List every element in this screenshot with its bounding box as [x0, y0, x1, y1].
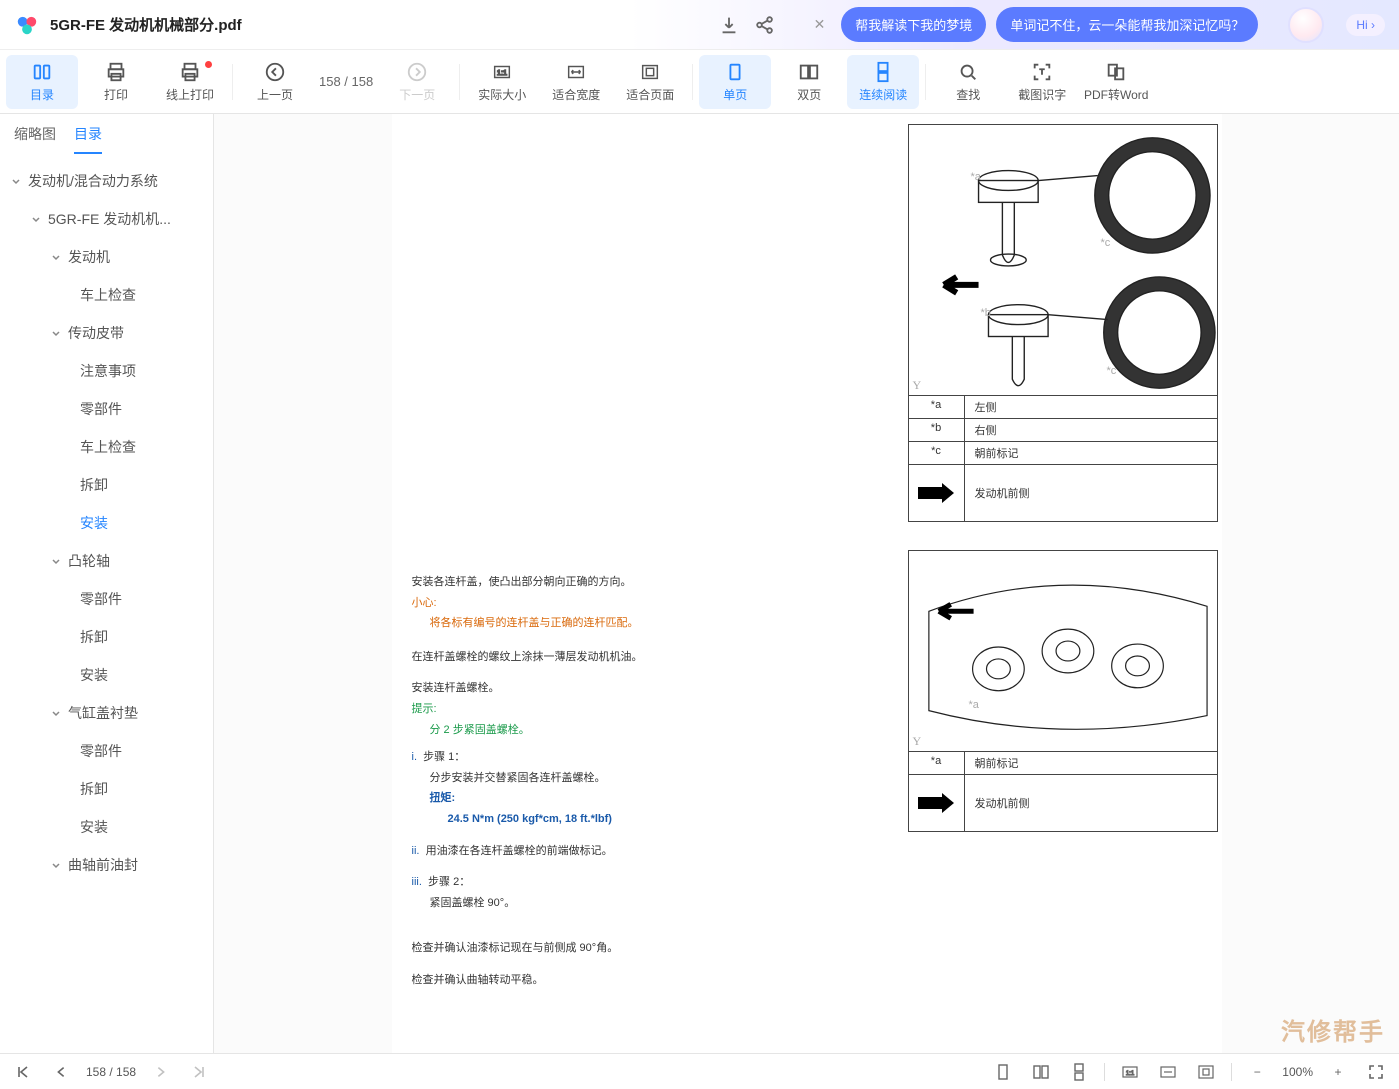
suggestion-pill-1[interactable]: 帮我解读下我的梦境 [841, 7, 986, 42]
prev-page-button[interactable]: 上一页 [239, 55, 311, 109]
outline-item[interactable]: 安装 [0, 656, 213, 694]
document-body-text: 安装各连杆盖，使凸出部分朝向正确的方向。 小心: 将各标有编号的连杆盖与正确的连… [412, 124, 882, 993]
outline-tree[interactable]: 发动机/混合动力系统 5GR-FE 发动机机... 发动机 车上检查 传动皮带 … [0, 154, 213, 1053]
diagram-crankshaft: *a Y *a朝前标记 发动机前侧 [908, 550, 1218, 832]
arrow-right-icon [916, 483, 956, 503]
outline-item[interactable]: 零部件 [0, 732, 213, 770]
outline-item[interactable]: 凸轮轴 [0, 542, 213, 580]
zoom-fitw-icon[interactable] [1155, 1059, 1181, 1085]
tab-outline[interactable]: 目录 [74, 124, 102, 154]
fit-page-button[interactable]: 适合页面 [614, 55, 686, 109]
zoom-in-button[interactable]: + [1325, 1059, 1351, 1085]
footer-page-indicator[interactable]: 158 / 158 [86, 1065, 136, 1079]
outline-item-selected[interactable]: 安装 [0, 504, 213, 542]
zoom-fitp-icon[interactable] [1193, 1059, 1219, 1085]
last-page-button [186, 1059, 212, 1085]
next-page-button: 下一页 [381, 55, 453, 109]
actual-size-button[interactable]: 1:1实际大小 [466, 55, 538, 109]
double-page-button[interactable]: 双页 [773, 55, 845, 109]
outline-item[interactable]: 5GR-FE 发动机机... [0, 200, 213, 238]
catalog-button[interactable]: 目录 [6, 55, 78, 109]
piston-illustration [909, 125, 1217, 395]
single-page-button[interactable]: 单页 [699, 55, 771, 109]
outline-item[interactable]: 零部件 [0, 580, 213, 618]
outline-item[interactable]: 车上检查 [0, 276, 213, 314]
chevron-down-icon [50, 555, 62, 567]
page-indicator[interactable]: 158 / 158 [313, 74, 379, 89]
svg-text:1:1: 1:1 [497, 67, 507, 76]
download-icon[interactable] [718, 14, 740, 36]
arrow-right-icon [916, 793, 956, 813]
notification-dot-icon [205, 61, 212, 68]
outline-item[interactable]: 传动皮带 [0, 314, 213, 352]
chevron-down-icon [50, 707, 62, 719]
fit-width-button[interactable]: 适合宽度 [540, 55, 612, 109]
zoom-level[interactable]: 100% [1282, 1065, 1313, 1079]
assistant-avatar[interactable] [1288, 7, 1324, 43]
outline-item[interactable]: 气缸盖衬垫 [0, 694, 213, 732]
next-page-footer-button [148, 1059, 174, 1085]
app-logo-icon [14, 12, 40, 38]
outline-item[interactable]: 发动机 [0, 238, 213, 276]
y-axis-label: Y [913, 378, 922, 393]
zoom-out-button[interactable]: − [1244, 1059, 1270, 1085]
chevron-down-icon [50, 327, 62, 339]
continuous-button[interactable]: 连续阅读 [847, 55, 919, 109]
to-word-button[interactable]: PDF转Word [1080, 55, 1152, 109]
outline-item[interactable]: 曲轴前油封 [0, 846, 213, 884]
document-page: 安装各连杆盖，使凸出部分朝向正确的方向。 小心: 将各标有编号的连杆盖与正确的连… [392, 114, 1222, 1053]
diagram-piston: *a *b *c *c Y *a左侧 *b右侧 *c朝前标记 [908, 124, 1218, 522]
y-axis-label: Y [913, 734, 922, 749]
crankshaft-illustration [909, 551, 1217, 751]
svg-text:1:1: 1:1 [1126, 1071, 1135, 1077]
share-icon[interactable] [754, 14, 776, 36]
outline-item[interactable]: 安装 [0, 808, 213, 846]
view-single-icon[interactable] [990, 1059, 1016, 1085]
suggestion-pill-2[interactable]: 单词记不住，云一朵能帮我加深记忆吗？ [996, 7, 1258, 42]
chevron-down-icon [30, 213, 42, 225]
print-button[interactable]: 打印 [80, 55, 152, 109]
outline-item[interactable]: 注意事项 [0, 352, 213, 390]
find-button[interactable]: 查找 [932, 55, 1004, 109]
document-viewport[interactable]: 安装各连杆盖，使凸出部分朝向正确的方向。 小心: 将各标有编号的连杆盖与正确的连… [214, 114, 1399, 1053]
outline-item[interactable]: 拆卸 [0, 466, 213, 504]
watermark: 汽修帮手 [1281, 1012, 1385, 1047]
hi-button[interactable]: Hi › [1346, 14, 1385, 36]
status-bar: 158 / 158 1:1 − 100% + [0, 1053, 1399, 1089]
view-continuous-icon[interactable] [1066, 1059, 1092, 1085]
view-double-icon[interactable] [1028, 1059, 1054, 1085]
ocr-button[interactable]: 截图识字 [1006, 55, 1078, 109]
titlebar: 5GR-FE 发动机机械部分.pdf ✕ 帮我解读下我的梦境 单词记不住，云一朵… [0, 0, 1399, 50]
prev-page-footer-button[interactable] [48, 1059, 74, 1085]
fullscreen-button[interactable] [1363, 1059, 1389, 1085]
online-print-button[interactable]: 线上打印 [154, 55, 226, 109]
chevron-down-icon [50, 251, 62, 263]
tab-thumbnails[interactable]: 缩略图 [14, 124, 56, 154]
document-title: 5GR-FE 发动机机械部分.pdf [50, 14, 242, 35]
main-toolbar: 目录 打印 线上打印 上一页 158 / 158 下一页 1:1实际大小 适合宽… [0, 50, 1399, 114]
chevron-down-icon [10, 175, 22, 187]
zoom-actual-icon[interactable]: 1:1 [1117, 1059, 1143, 1085]
sidebar: 缩略图 目录 发动机/混合动力系统 5GR-FE 发动机机... 发动机 车上检… [0, 114, 214, 1053]
chevron-right-icon [50, 859, 62, 871]
outline-item[interactable]: 拆卸 [0, 618, 213, 656]
first-page-button[interactable] [10, 1059, 36, 1085]
outline-item[interactable]: 零部件 [0, 390, 213, 428]
outline-item[interactable]: 发动机/混合动力系统 [0, 162, 213, 200]
outline-item[interactable]: 车上检查 [0, 428, 213, 466]
outline-item[interactable]: 拆卸 [0, 770, 213, 808]
close-suggestion-icon[interactable]: ✕ [808, 10, 832, 39]
